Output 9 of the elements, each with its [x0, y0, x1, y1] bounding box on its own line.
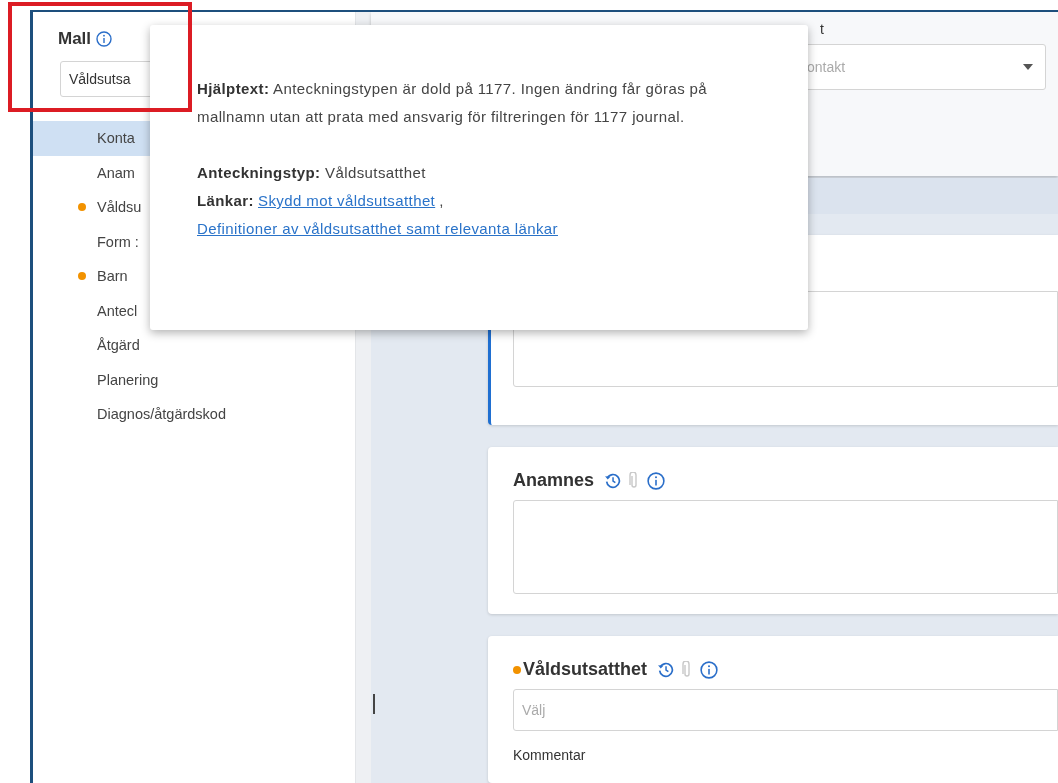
- section-title: Anamnes: [513, 470, 595, 491]
- separator-text: ,: [439, 191, 444, 211]
- field-label: t: [820, 21, 824, 37]
- note-type-text: Anteckningstyp: Våldsutsatthet: [197, 163, 427, 183]
- field-label: Kommentar: [513, 747, 587, 763]
- links-label: Länkar:: [197, 191, 254, 211]
- help-text: Hjälptext: Anteckningstypen är dold på 1177. Ingen ändring får göras på mallnamn utan att prata med ansvarig för filtreringen för 1177 journal.: [197, 79, 709, 127]
- section-title: Våldsutsatthet: [523, 659, 648, 680]
- template-title: Mall: [58, 29, 92, 49]
